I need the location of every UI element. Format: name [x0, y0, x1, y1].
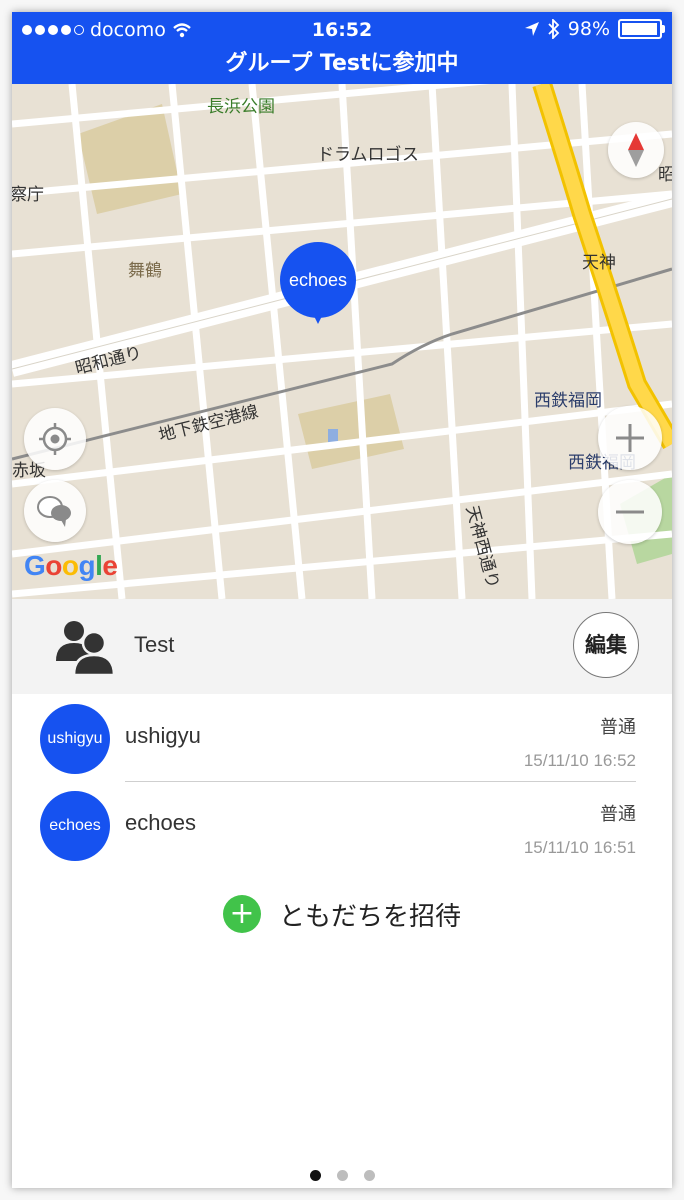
invite-label: ともだちを招待 — [278, 901, 461, 932]
member-row[interactable]: echoes echoes 普通 15/11/10 16:51 — [12, 782, 672, 869]
edit-group-button[interactable]: 編集 — [573, 612, 639, 678]
group-header: Test 編集 — [12, 599, 672, 694]
member-updated-time: 15/11/10 16:52 — [523, 751, 636, 770]
group-people-icon — [56, 621, 116, 675]
map-label-maizuru: 舞鶴 — [128, 261, 162, 281]
chat-button[interactable] — [24, 480, 86, 542]
avatar: ushigyu — [40, 704, 110, 774]
page-dot-1[interactable] — [309, 1170, 321, 1181]
page-indicator[interactable] — [12, 1170, 672, 1181]
location-arrow-icon — [524, 22, 539, 36]
compass-button[interactable] — [608, 122, 664, 178]
member-location-marker[interactable]: echoes — [280, 242, 356, 332]
map-label-office: 察庁 — [12, 185, 44, 205]
avatar: echoes — [40, 791, 110, 861]
battery-icon — [618, 19, 665, 39]
battery-percent: 98% — [567, 18, 610, 40]
add-icon: + — [222, 895, 261, 933]
member-name: echoes — [125, 810, 196, 835]
bluetooth-icon — [548, 19, 560, 39]
map-label-park: 長浜公園 — [207, 97, 275, 117]
page-title: グループ Testに参加中 — [12, 48, 672, 84]
member-name: ushigyu — [125, 723, 201, 748]
marker-label: echoes — [280, 242, 356, 318]
page-dot-2[interactable] — [336, 1170, 348, 1181]
status-indicators: 98% — [524, 18, 665, 40]
invite-friends-button[interactable]: + ともだちを招待 — [12, 892, 672, 936]
marker-pointer — [312, 312, 324, 324]
crosshair-icon — [39, 423, 71, 455]
map-label-tenjin: 天神 — [582, 253, 616, 273]
my-location-button[interactable] — [24, 408, 86, 470]
plus-icon — [616, 424, 644, 452]
minus-icon — [616, 510, 644, 514]
group-name: Test — [134, 632, 175, 657]
map-view[interactable]: 長浜公園 ドラムロゴス 察庁 舞鶴 天神 昭和通り 地下鉄空港線 西鉄福岡 西鉄… — [12, 84, 672, 599]
map-label-drum-logos: ドラムロゴス — [317, 145, 419, 165]
member-status: 普通 — [600, 804, 636, 825]
member-row[interactable]: ushigyu ushigyu 普通 15/11/10 16:52 — [12, 695, 672, 782]
page-dot-3[interactable] — [363, 1170, 375, 1181]
map-label-nishitetsu-fukuoka-1: 西鉄福岡 — [534, 391, 602, 411]
compass-icon — [628, 133, 644, 167]
zoom-in-button[interactable] — [598, 406, 662, 470]
google-logo: Google — [24, 550, 118, 581]
chat-bubbles-icon — [37, 496, 71, 527]
status-bar: docomo 16:52 98% — [12, 12, 672, 48]
app-screen: docomo 16:52 98% グループ Testに参加中 長浜公園 ドラムロ… — [12, 12, 672, 1188]
member-updated-time: 15/11/10 16:51 — [523, 838, 636, 857]
zoom-out-button[interactable] — [598, 480, 662, 544]
member-status: 普通 — [600, 717, 636, 738]
